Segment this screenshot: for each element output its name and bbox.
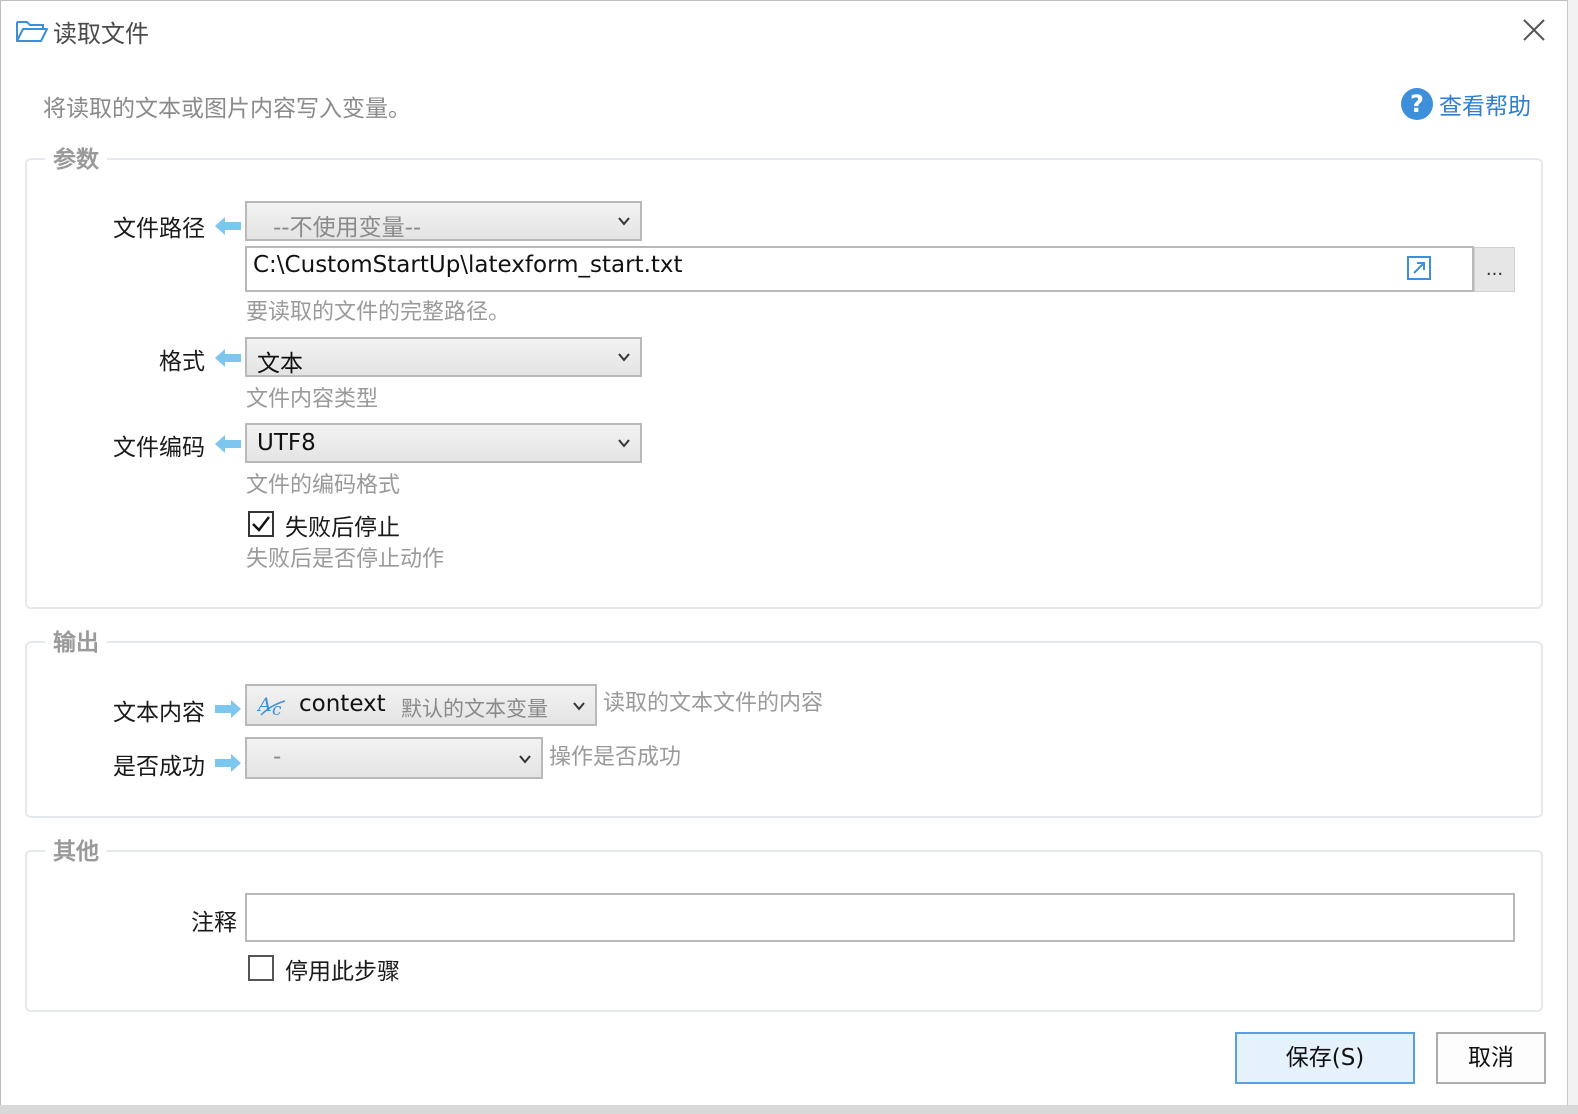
help-label: 查看帮助 bbox=[1439, 94, 1531, 120]
text-content-var-name: context bbox=[299, 691, 386, 717]
format-select[interactable]: 文本 bbox=[245, 337, 642, 377]
chevron-down-icon bbox=[618, 439, 630, 448]
help-link[interactable]: ? 查看帮助 bbox=[1401, 87, 1531, 121]
encoding-label: 文件编码 bbox=[113, 435, 205, 461]
comment-input[interactable] bbox=[245, 893, 1515, 942]
file-path-label: 文件路径 bbox=[113, 216, 205, 242]
save-button[interactable]: 保存(S) bbox=[1235, 1032, 1415, 1084]
chevron-down-icon bbox=[618, 217, 630, 226]
text-variable-icon: A c bbox=[257, 694, 286, 719]
text-content-variable-select[interactable]: A c context 默认的文本变量 bbox=[245, 684, 597, 726]
window-title: 读取文件 bbox=[53, 20, 149, 48]
encoding-hint: 文件的编码格式 bbox=[246, 473, 401, 498]
output-section-title: 输出 bbox=[45, 623, 107, 657]
success-hint: 操作是否成功 bbox=[549, 745, 682, 770]
success-value: - bbox=[273, 744, 282, 770]
format-hint: 文件内容类型 bbox=[246, 387, 379, 412]
input-arrow-icon bbox=[215, 217, 241, 235]
success-label: 是否成功 bbox=[113, 754, 205, 780]
comment-label: 注释 bbox=[191, 910, 237, 936]
checkmark-icon bbox=[252, 516, 270, 532]
stop-on-fail-checkbox[interactable] bbox=[248, 511, 274, 537]
output-arrow-icon bbox=[215, 700, 241, 718]
stop-on-fail-hint: 失败后是否停止动作 bbox=[246, 547, 445, 572]
text-content-var-desc: 默认的文本变量 bbox=[401, 697, 548, 721]
question-circle-icon: ? bbox=[1401, 88, 1433, 120]
format-label: 格式 bbox=[159, 349, 205, 375]
read-file-dialog: 读取文件 将读取的文本或图片内容写入变量。 ? 查看帮助 参数 文件路径 --不… bbox=[0, 0, 1568, 1106]
cancel-button[interactable]: 取消 bbox=[1436, 1032, 1546, 1084]
format-value: 文本 bbox=[257, 351, 303, 377]
expand-icon[interactable] bbox=[1406, 255, 1432, 281]
folder-open-icon bbox=[16, 21, 48, 42]
file-path-hint: 要读取的文件的完整路径。 bbox=[246, 300, 511, 325]
disable-step-checkbox[interactable] bbox=[248, 955, 274, 981]
file-path-variable-value: --不使用变量-- bbox=[273, 215, 422, 241]
chevron-down-icon bbox=[519, 755, 531, 764]
background-window-edge bbox=[1567, 0, 1578, 1114]
chevron-down-icon bbox=[573, 702, 585, 711]
browse-button[interactable]: ... bbox=[1474, 247, 1515, 292]
close-icon[interactable] bbox=[1517, 13, 1551, 47]
file-path-input[interactable]: C:\CustomStartUp\latexform_start.txt bbox=[245, 246, 1474, 292]
disable-step-label: 停用此步骤 bbox=[285, 959, 400, 985]
background-window-edge-bottom bbox=[0, 1105, 1578, 1114]
title-bar: 读取文件 bbox=[1, 1, 1567, 61]
input-arrow-icon bbox=[215, 349, 241, 367]
input-arrow-icon bbox=[215, 435, 241, 453]
file-path-variable-select[interactable]: --不使用变量-- bbox=[245, 201, 642, 241]
output-group: 输出 bbox=[25, 623, 1543, 818]
success-variable-select[interactable]: - bbox=[245, 737, 543, 779]
dialog-description: 将读取的文本或图片内容写入变量。 bbox=[43, 96, 411, 122]
text-content-hint: 读取的文本文件的内容 bbox=[603, 691, 824, 716]
encoding-select[interactable]: UTF8 bbox=[245, 423, 642, 463]
stop-on-fail-label: 失败后停止 bbox=[285, 515, 400, 541]
text-content-label: 文本内容 bbox=[113, 700, 205, 726]
encoding-value: UTF8 bbox=[257, 430, 316, 456]
file-path-value: C:\CustomStartUp\latexform_start.txt bbox=[253, 252, 683, 278]
other-section-title: 其他 bbox=[45, 832, 107, 866]
params-section-title: 参数 bbox=[45, 140, 107, 174]
output-arrow-icon bbox=[215, 754, 241, 772]
chevron-down-icon bbox=[618, 353, 630, 362]
